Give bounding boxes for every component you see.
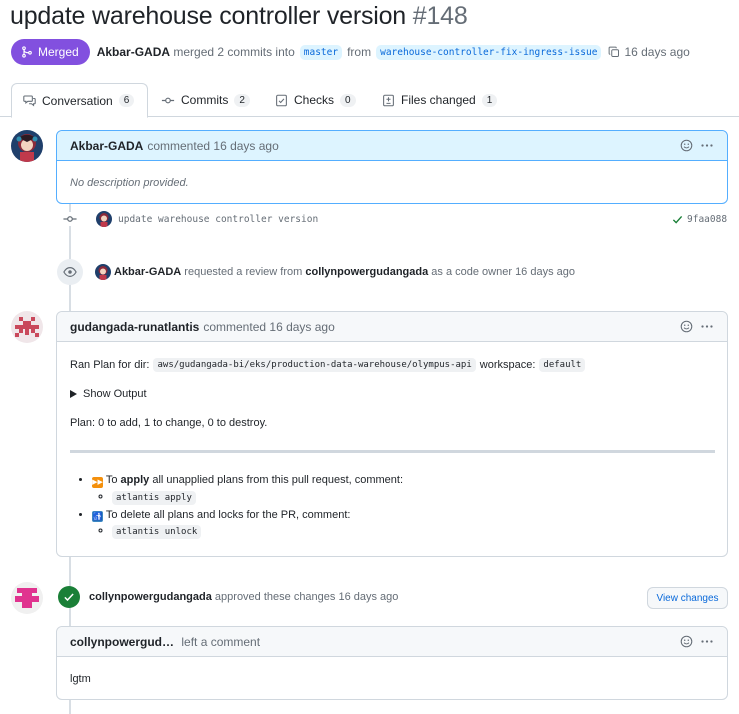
commit-icon: [63, 212, 77, 226]
approved-check-icon: [58, 586, 80, 608]
tab-conversation-count: 6: [118, 94, 135, 107]
unlock-command: atlantis unlock: [112, 525, 202, 539]
review-request-time[interactable]: 16 days ago: [515, 266, 575, 278]
avatar[interactable]: [11, 311, 43, 343]
check-icon[interactable]: [672, 214, 683, 225]
review-request-text: requested a review from: [184, 266, 303, 278]
comment-time[interactable]: 16 days ago: [213, 139, 278, 153]
apply-suffix: all unapplied plans from this pull reque…: [152, 474, 404, 486]
kebab-horizontal-icon[interactable]: [700, 320, 714, 333]
put-litter-icon: 🚮: [92, 511, 103, 522]
review-request-event: Akbar-GADA requested a review from colly…: [57, 259, 575, 285]
pr-number: #148: [412, 2, 468, 30]
fast-forward-icon: ▶▶: [92, 477, 103, 488]
view-changes-button[interactable]: View changes: [647, 587, 728, 609]
pr-author-link[interactable]: Akbar-GADA: [97, 45, 170, 59]
avatar[interactable]: [96, 211, 112, 227]
tab-files-count: 1: [481, 93, 498, 107]
tab-conversation-label: Conversation: [42, 93, 113, 108]
tab-checks-label: Checks: [294, 93, 335, 107]
review-body: lgtm: [70, 673, 91, 685]
pr-title: update warehouse controller version #148: [10, 2, 468, 31]
comment-author[interactable]: gudangada-runatlantis: [70, 320, 199, 334]
avatar[interactable]: [11, 130, 43, 162]
checks-icon: [276, 94, 287, 106]
show-output-toggle[interactable]: Show Output: [70, 388, 147, 400]
comment-time[interactable]: 16 days ago: [269, 320, 334, 334]
review-author[interactable]: collynpowergud…: [70, 635, 174, 649]
review-request-actor[interactable]: Akbar-GADA: [114, 266, 181, 278]
workspace-label: workspace:: [479, 359, 536, 371]
review-request-suffix: as a code owner: [431, 266, 512, 278]
apply-command: atlantis apply: [112, 491, 196, 505]
from-text: from: [347, 45, 372, 59]
tab-commits-label: Commits: [181, 93, 229, 107]
ran-plan-prefix: Ran Plan for dir:: [70, 359, 150, 371]
tab-files-changed[interactable]: Files changed 1: [382, 83, 498, 117]
head-branch[interactable]: warehouse-controller-fix-ingress-issue: [376, 44, 602, 60]
review-request-reviewer[interactable]: collynpowergudangada: [305, 266, 428, 278]
commit-event: update warehouse controller version: [63, 210, 318, 228]
avatar[interactable]: [11, 582, 43, 614]
kebab-horizontal-icon[interactable]: [700, 635, 714, 648]
comment-body: No description provided.: [70, 177, 189, 189]
tab-files-label: Files changed: [401, 93, 476, 107]
workspace-code: default: [539, 358, 586, 372]
tab-commits[interactable]: Commits 2: [161, 83, 250, 117]
apply-word: apply: [120, 474, 150, 486]
emoji-smiley-icon[interactable]: [680, 320, 693, 333]
plan-summary: Plan: 0 to add, 1 to change, 0 to destro…: [70, 417, 268, 429]
copy-icon[interactable]: [608, 46, 620, 58]
kebab-horizontal-icon[interactable]: [700, 139, 714, 152]
divider: [70, 450, 715, 453]
review-comment-box: collynpowergud… left a comment lgtm: [56, 626, 728, 700]
avatar[interactable]: [95, 264, 111, 280]
unlock-text: To delete all plans and locks for the PR…: [105, 509, 351, 521]
apply-prefix: To: [105, 474, 118, 486]
merged-badge-label: Merged: [38, 45, 79, 59]
emoji-smiley-icon[interactable]: [680, 635, 693, 648]
show-output-label: Show Output: [83, 388, 147, 400]
tab-commits-count: 2: [234, 93, 250, 107]
tab-conversation[interactable]: Conversation 6: [11, 83, 149, 118]
review-action: left a comment: [181, 634, 261, 649]
pr-meta: Merged Akbar-GADA merged 2 commits into …: [11, 39, 690, 65]
list-item: atlantis unlock: [112, 525, 710, 539]
comment-action: commented: [203, 319, 267, 334]
merge-text: merged 2 commits into: [173, 45, 295, 59]
conversation-icon: [23, 95, 36, 107]
list-item: 🚮 To delete all plans and locks for the …: [92, 509, 710, 539]
comment-action: commented: [147, 138, 211, 153]
pr-title-text: update warehouse controller version: [10, 2, 407, 30]
atlantis-instructions: ▶▶ To apply all unapplied plans from thi…: [70, 474, 710, 539]
tab-checks[interactable]: Checks 0: [275, 83, 356, 117]
comment-author[interactable]: Akbar-GADA: [70, 139, 143, 153]
comment-box-atlantis: gudangada-runatlantis commented 16 days …: [56, 311, 728, 557]
merged-badge: Merged: [11, 39, 90, 65]
file-diff-icon: [383, 94, 394, 106]
approval-event: collynpowergudangada approved these chan…: [89, 589, 398, 605]
emoji-smiley-icon[interactable]: [680, 139, 693, 152]
list-item: ▶▶ To apply all unapplied plans from thi…: [92, 474, 710, 505]
plan-dir-code: aws/gudangada-bi/eks/production-data-war…: [153, 358, 476, 372]
approval-time[interactable]: 16 days ago: [338, 591, 398, 603]
pr-tabs: Conversation 6 Commits 2 Checks 0 Files …: [0, 83, 739, 118]
approval-actor[interactable]: collynpowergudangada: [89, 591, 212, 603]
commit-message[interactable]: update warehouse controller version: [118, 214, 318, 225]
list-item: atlantis apply: [112, 491, 710, 505]
commit-sha[interactable]: 9faa088: [687, 214, 727, 225]
tab-checks-count: 0: [340, 93, 356, 107]
commit-status: 9faa088: [672, 210, 727, 228]
triangle-right-icon: [70, 390, 77, 398]
base-branch[interactable]: master: [299, 44, 343, 60]
pr-time: 16 days ago: [624, 45, 690, 59]
approval-text: approved these changes: [214, 591, 336, 603]
merge-icon: [22, 46, 32, 58]
commit-icon: [161, 97, 175, 103]
comment-box-akbar: Akbar-GADA commented 16 days ago No desc…: [56, 130, 728, 204]
eye-icon: [57, 259, 83, 285]
